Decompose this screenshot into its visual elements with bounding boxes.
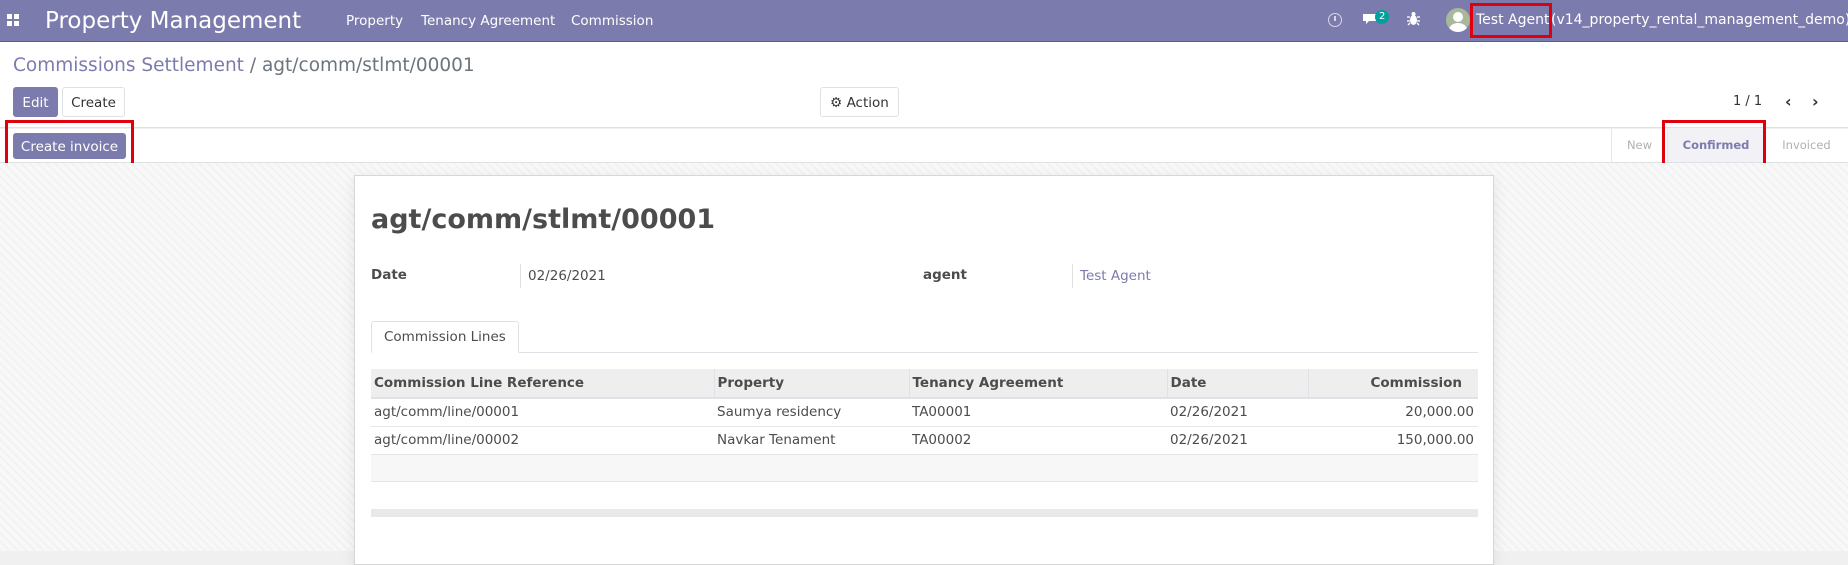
table-row[interactable]: agt/comm/line/00001 Saumya residency TA0… <box>371 398 1478 427</box>
highlight-user <box>1470 3 1552 38</box>
menu-property[interactable]: Property <box>346 13 403 29</box>
tab-commission-lines[interactable]: Commission Lines <box>371 321 519 353</box>
create-button[interactable]: Create <box>62 87 125 117</box>
date-value: 02/26/2021 <box>520 264 880 288</box>
action-label: Action <box>846 95 889 111</box>
edit-button[interactable]: Edit <box>13 87 58 117</box>
record-title: agt/comm/stlmt/00001 <box>371 204 716 235</box>
database-name: (v14_property_rental_management_demo) <box>1551 12 1848 28</box>
breadcrumb-parent[interactable]: Commissions Settlement <box>13 55 244 76</box>
form-sheet: agt/comm/stlmt/00001 Date 02/26/2021 age… <box>354 175 1494 565</box>
status-bar: Create invoice New Confirmed Invoiced <box>0 129 1848 163</box>
pager-next-icon[interactable]: › <box>1812 92 1819 111</box>
chat-count-badge: 2 <box>1375 10 1390 24</box>
gear-icon: ⚙ <box>830 95 843 111</box>
agent-label: agent <box>923 267 967 283</box>
breadcrumb-current: agt/comm/stlmt/00001 <box>261 55 475 76</box>
cell-commission: 150,000.00 <box>1308 426 1478 455</box>
menu-tenancy-agreement[interactable]: Tenancy Agreement <box>421 13 555 29</box>
cell-property: Saumya residency <box>714 398 909 427</box>
notebook-tabs: Commission Lines <box>371 321 1478 353</box>
table-footer <box>371 509 1478 517</box>
control-panel: Commissions Settlement / agt/comm/stlmt/… <box>0 42 1848 128</box>
cell-reference: agt/comm/line/00002 <box>371 426 714 455</box>
commission-lines-table: Commission Line Reference Property Tenan… <box>371 369 1478 482</box>
date-label: Date <box>371 267 407 283</box>
app-brand[interactable]: Property Management <box>45 8 301 34</box>
pager-previous-icon[interactable]: ‹ <box>1785 92 1792 111</box>
column-header-date[interactable]: Date <box>1167 369 1309 399</box>
apps-menu-icon[interactable] <box>7 14 20 27</box>
status-step-invoiced[interactable]: Invoiced <box>1764 129 1848 162</box>
cell-date: 02/26/2021 <box>1167 426 1308 455</box>
cell-agreement: TA00002 <box>909 426 1167 455</box>
cell-property: Navkar Tenament <box>714 426 909 455</box>
breadcrumb-separator: / <box>249 55 257 76</box>
column-header-commission[interactable]: Commission <box>1308 369 1478 399</box>
top-navbar: Property Management Property Tenancy Agr… <box>0 0 1848 42</box>
pager-value[interactable]: 1 / 1 <box>1733 94 1762 109</box>
activity-clock-icon[interactable] <box>1328 13 1342 27</box>
empty-row <box>371 454 1478 482</box>
menu-commission[interactable]: Commission <box>571 13 653 29</box>
user-avatar[interactable] <box>1446 8 1470 32</box>
cell-date: 02/26/2021 <box>1167 398 1308 427</box>
table-row[interactable]: agt/comm/line/00002 Navkar Tenament TA00… <box>371 426 1478 455</box>
highlight-create-invoice <box>5 120 134 167</box>
cell-reference: agt/comm/line/00001 <box>371 398 714 427</box>
debug-bug-icon[interactable] <box>1407 11 1420 30</box>
column-header-reference[interactable]: Commission Line Reference <box>371 369 715 399</box>
cell-commission: 20,000.00 <box>1308 398 1478 427</box>
column-header-property[interactable]: Property <box>714 369 910 399</box>
breadcrumb: Commissions Settlement / agt/comm/stlmt/… <box>13 55 475 76</box>
agent-value-link[interactable]: Test Agent <box>1072 264 1432 288</box>
table-header-row: Commission Line Reference Property Tenan… <box>371 369 1478 399</box>
action-button[interactable]: ⚙ Action <box>820 87 899 117</box>
column-header-tenancy-agreement[interactable]: Tenancy Agreement <box>909 369 1168 399</box>
status-step-new[interactable]: New <box>1611 129 1667 162</box>
cell-agreement: TA00001 <box>909 398 1167 427</box>
